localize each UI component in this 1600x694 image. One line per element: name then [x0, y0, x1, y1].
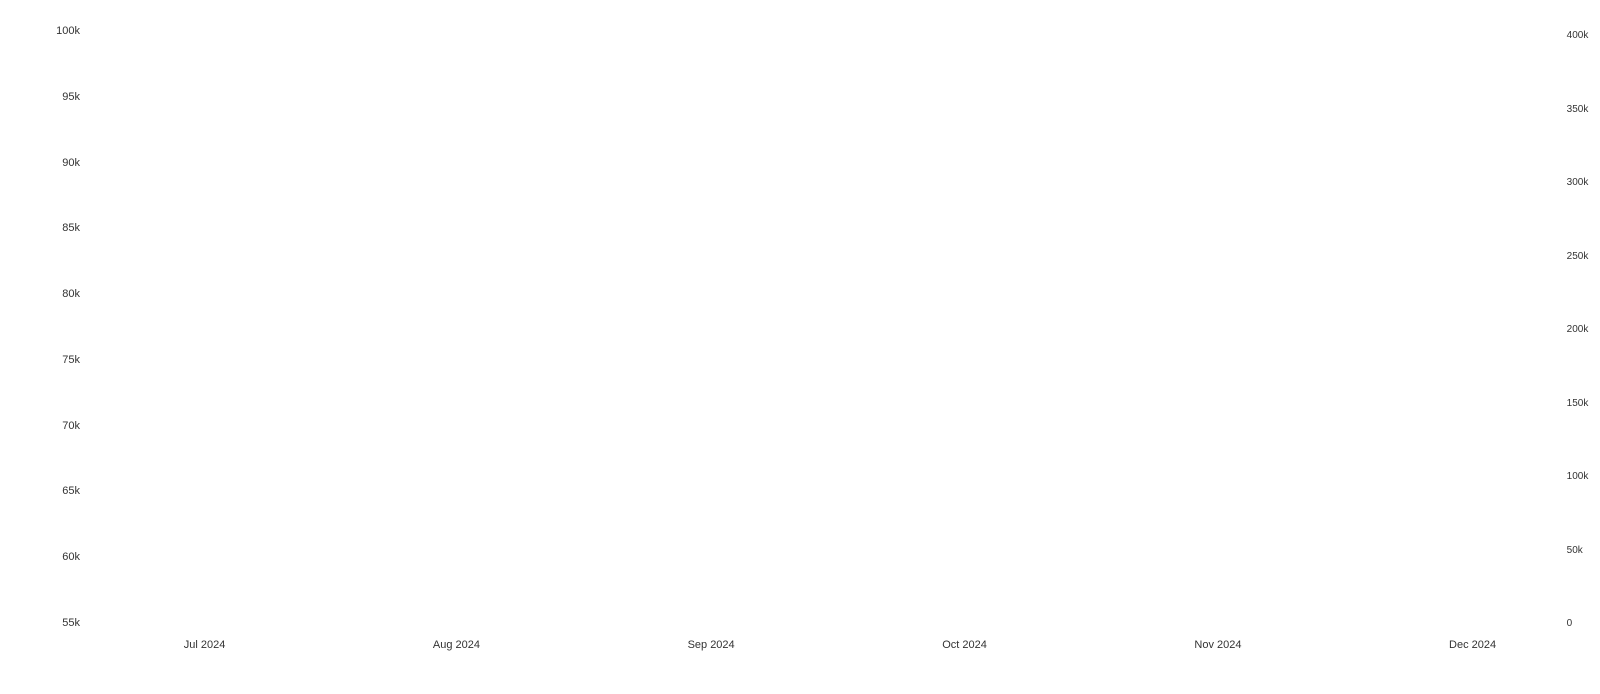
colorbar-tick-100k: 100k: [1567, 471, 1589, 482]
y-tick-90k: 90k: [62, 157, 80, 169]
colorbar-ticks: 400k 350k 300k 250k 200k 150k 100k 50k 0: [1567, 30, 1589, 629]
colorbar-tick-400k: 400k: [1567, 30, 1589, 41]
y-tick-60k: 60k: [62, 551, 80, 563]
y-tick-55k: 55k: [62, 617, 80, 629]
y-tick-65k: 65k: [62, 485, 80, 497]
colorbar-tick-50k: 50k: [1567, 545, 1589, 556]
colorbar-tick-350k: 350k: [1567, 104, 1589, 115]
heatmap-plot: [85, 20, 1520, 634]
y-tick-85k: 85k: [62, 222, 80, 234]
x-tick-aug: Aug 2024: [433, 639, 480, 651]
x-tick-oct: Oct 2024: [942, 639, 987, 651]
colorbar-tick-0: 0: [1567, 618, 1589, 629]
y-tick-100k: 100k: [56, 25, 80, 37]
chart-container: 100k 95k 90k 85k 80k 75k 70k 65k 60k 55k…: [0, 0, 1600, 694]
x-axis-area: Jul 2024 Aug 2024 Sep 2024 Oct 2024 Nov …: [0, 634, 1600, 694]
x-tick-nov: Nov 2024: [1194, 639, 1241, 651]
colorbar-tick-150k: 150k: [1567, 398, 1589, 409]
x-tick-jul: Jul 2024: [184, 639, 226, 651]
colorbar-tick-300k: 300k: [1567, 177, 1589, 188]
colorbar-tick-200k: 200k: [1567, 324, 1589, 335]
y-tick-95k: 95k: [62, 91, 80, 103]
x-tick-sep: Sep 2024: [688, 639, 735, 651]
x-axis-ticks: Jul 2024 Aug 2024 Sep 2024 Oct 2024 Nov …: [80, 634, 1600, 651]
x-tick-dec: Dec 2024: [1449, 639, 1496, 651]
colorbar-tick-250k: 250k: [1567, 251, 1589, 262]
y-tick-80k: 80k: [62, 288, 80, 300]
chart-overlay: [85, 20, 1520, 634]
y-tick-70k: 70k: [62, 420, 80, 432]
y-axis-label: [5, 20, 35, 634]
colorbar-area: 400k 350k 300k 250k 200k 150k 100k 50k 0: [1520, 20, 1600, 634]
y-axis: 100k 95k 90k 85k 80k 75k 70k 65k 60k 55k: [35, 20, 85, 634]
colorbar-canvas: [1537, 30, 1562, 629]
y-tick-75k: 75k: [62, 354, 80, 366]
